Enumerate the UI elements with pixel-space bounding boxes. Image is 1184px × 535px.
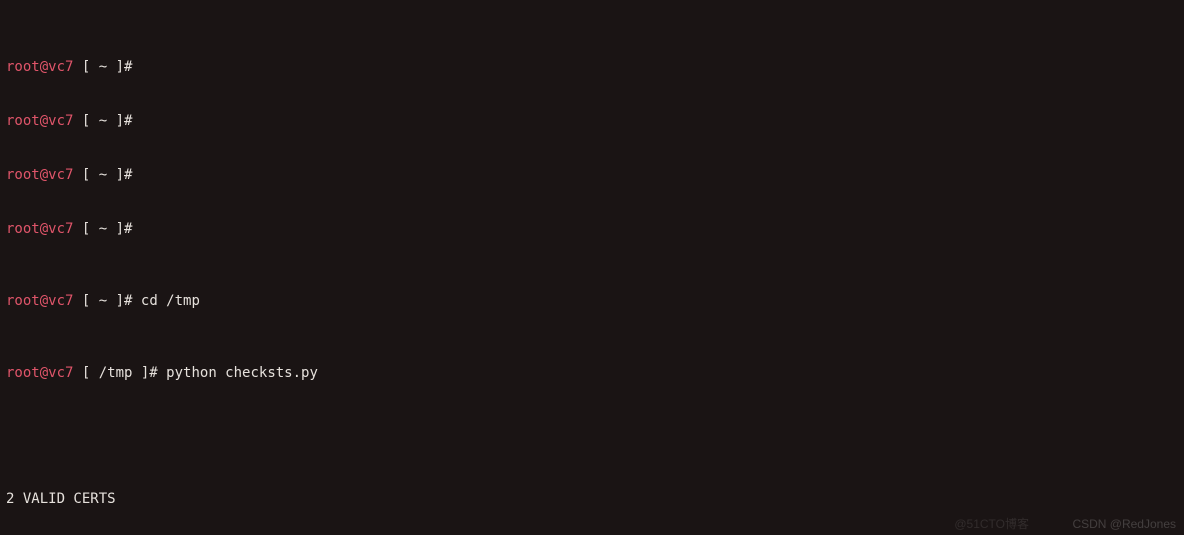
userhost: root@vc7 — [6, 113, 73, 129]
prompt-line-run: root@vc7 [ /tmp ]# python checksts.py — [6, 364, 1178, 382]
path-tmp: /tmp — [99, 365, 133, 381]
terminal[interactable]: root@vc7 [ ~ ]# root@vc7 [ ~ ]# root@vc7… — [0, 0, 1184, 535]
userhost: root@vc7 — [6, 59, 73, 75]
bracket-close: ]# — [107, 59, 141, 75]
bracket-close: ]# — [107, 167, 141, 183]
userhost: root@vc7 — [6, 167, 73, 183]
path-home: ~ — [99, 293, 107, 309]
prompt-line: root@vc7 [ ~ ]# — [6, 58, 1178, 76]
command-run: python checksts.py — [166, 365, 318, 381]
bracket-close: ]# — [107, 221, 141, 237]
bracket-open: [ — [73, 365, 98, 381]
userhost: root@vc7 — [6, 221, 73, 237]
path-home: ~ — [99, 59, 107, 75]
bracket-open: [ — [73, 113, 98, 129]
userhost: root@vc7 — [6, 293, 73, 309]
bracket-close: ]# — [107, 113, 141, 129]
bracket-open: [ — [73, 293, 98, 309]
path-home: ~ — [99, 113, 107, 129]
blank-line — [6, 418, 1178, 436]
path-home: ~ — [99, 221, 107, 237]
bracket-open: [ — [73, 167, 98, 183]
bracket-open: [ — [73, 221, 98, 237]
path-home: ~ — [99, 167, 107, 183]
bracket-close: ]# — [107, 293, 141, 309]
prompt-line: root@vc7 [ ~ ]# — [6, 112, 1178, 130]
prompt-line: root@vc7 [ ~ ]# — [6, 220, 1178, 238]
watermark-cto: @51CTO博客 — [954, 515, 1029, 533]
userhost: root@vc7 — [6, 365, 73, 381]
watermark-csdn: CSDN @RedJones — [1072, 515, 1176, 533]
prompt-line-cd: root@vc7 [ ~ ]# cd /tmp — [6, 292, 1178, 310]
valid-heading: 2 VALID CERTS — [6, 490, 1178, 508]
bracket-close: ]# — [132, 365, 166, 381]
prompt-line: root@vc7 [ ~ ]# — [6, 166, 1178, 184]
command-cd: cd /tmp — [141, 293, 200, 309]
bracket-open: [ — [73, 59, 98, 75]
